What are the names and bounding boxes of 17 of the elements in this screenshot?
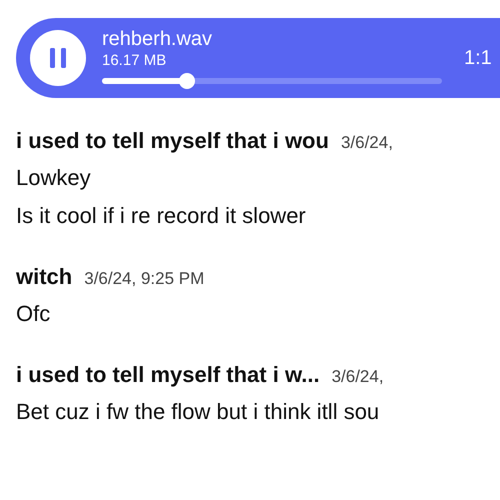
message-text: Bet cuz i fw the flow but i think itll sou — [16, 398, 380, 426]
username[interactable]: i used to tell myself that i w... — [16, 362, 320, 388]
username[interactable]: witch — [16, 264, 72, 290]
pause-button[interactable] — [30, 30, 86, 86]
username[interactable]: i used to tell myself that i wou — [16, 128, 329, 154]
pause-icon — [49, 48, 67, 68]
file-name: rehberh.wav — [102, 27, 214, 51]
progress-slider[interactable] — [102, 73, 442, 89]
message-text: Is it cool if i re record it slower — [16, 202, 307, 230]
timestamp: 3/6/24, — [332, 367, 384, 387]
playback-time: 1:1 — [464, 46, 492, 70]
message-text: Lowkey — [16, 164, 92, 192]
timestamp: 3/6/24, — [340, 133, 393, 153]
file-size: 16.17 MB — [102, 51, 168, 71]
timestamp: 3/6/24, 9:25 PM — [84, 269, 204, 289]
message-text: Ofc — [16, 300, 52, 328]
progress-thumb[interactable] — [179, 73, 195, 89]
